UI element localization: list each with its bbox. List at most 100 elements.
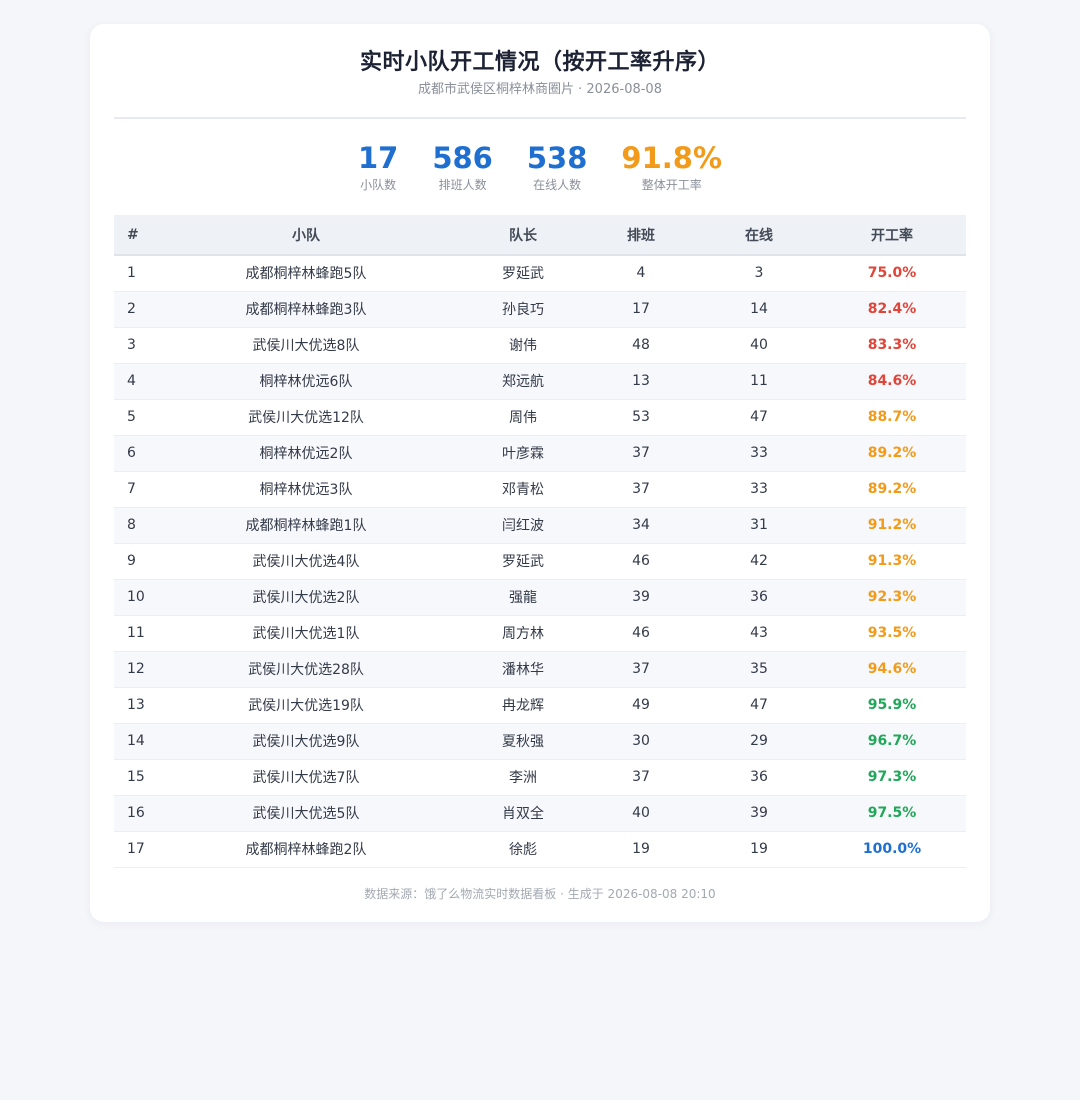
table-row: 16 武侯川大优选5队 肖双全 40 39 97.5%: [114, 795, 966, 832]
cell-leader: 徐彪: [464, 831, 582, 868]
cell-leader: 肖双全: [464, 795, 582, 832]
cell-online: 36: [700, 759, 818, 796]
cell-leader: 夏秋强: [464, 723, 582, 760]
stat-value: 586: [432, 141, 493, 175]
cell-online: 47: [700, 399, 818, 436]
cell-online: 33: [700, 471, 818, 508]
page-title: 实时小队开工情况（按开工率升序）: [359, 50, 720, 75]
cell-index: 2: [114, 291, 148, 328]
cell-rate: 91.3%: [818, 543, 966, 580]
cell-online: 42: [700, 543, 818, 580]
table-row: 14 武侯川大优选9队 夏秋强 30 29 96.7%: [114, 723, 966, 760]
table-row: 11 武侯川大优选1队 周方林 46 43 93.5%: [114, 615, 966, 652]
cell-index: 9: [114, 543, 148, 580]
cell-index: 12: [114, 651, 148, 688]
report-card: 实时小队开工情况（按开工率升序） 成都市武侯区桐梓林商圈片 · 2026-08-…: [90, 24, 990, 922]
cell-leader: 冉龙辉: [464, 687, 582, 724]
table-row: 15 武侯川大优选7队 李洲 37 36 97.3%: [114, 759, 966, 796]
column-header-index[interactable]: #: [114, 215, 148, 256]
cell-online: 47: [700, 687, 818, 724]
cell-online: 39: [700, 795, 818, 832]
column-header-scheduled[interactable]: 排班: [582, 215, 700, 256]
table-row: 9 武侯川大优选4队 罗延武 46 42 91.3%: [114, 543, 966, 580]
cell-team: 成都桐梓林蜂跑2队: [148, 831, 464, 868]
cell-leader: 周方林: [464, 615, 582, 652]
cell-scheduled: 34: [582, 507, 700, 544]
cell-index: 16: [114, 795, 148, 832]
column-header-team[interactable]: 小队: [148, 215, 464, 256]
cell-scheduled: 37: [582, 435, 700, 472]
cell-index: 7: [114, 471, 148, 508]
table-row: 12 武侯川大优选28队 潘林华 37 35 94.6%: [114, 651, 966, 688]
cell-rate: 88.7%: [818, 399, 966, 436]
cell-index: 14: [114, 723, 148, 760]
cell-rate: 83.3%: [818, 327, 966, 364]
cell-online: 3: [700, 255, 818, 292]
cell-team: 桐梓林优远3队: [148, 471, 464, 508]
cell-scheduled: 37: [582, 651, 700, 688]
stat-label: 排班人数: [438, 178, 487, 192]
table-header-row: # 小队 队长 排班 在线 开工率: [114, 215, 966, 256]
table-row: 5 武侯川大优选12队 周伟 53 47 88.7%: [114, 399, 966, 436]
cell-leader: 强龍: [464, 579, 582, 616]
summary-stats: 17 小队数 586 排班人数 538 在线人数 91.8% 整体开工率: [114, 119, 966, 215]
cell-online: 33: [700, 435, 818, 472]
table-row: 4 桐梓林优远6队 郑远航 13 11 84.6%: [114, 363, 966, 400]
cell-team: 成都桐梓林蜂跑3队: [148, 291, 464, 328]
table-row: 13 武侯川大优选19队 冉龙辉 49 47 95.9%: [114, 687, 966, 724]
cell-leader: 孙良巧: [464, 291, 582, 328]
cell-rate: 89.2%: [818, 435, 966, 472]
cell-index: 4: [114, 363, 148, 400]
cell-index: 17: [114, 831, 148, 868]
cell-team: 成都桐梓林蜂跑1队: [148, 507, 464, 544]
cell-team: 武侯川大优选4队: [148, 543, 464, 580]
stat-label: 在线人数: [533, 178, 582, 192]
column-header-leader[interactable]: 队长: [464, 215, 582, 256]
cell-scheduled: 53: [582, 399, 700, 436]
column-header-online[interactable]: 在线: [700, 215, 818, 256]
page-subtitle: 成都市武侯区桐梓林商圈片 · 2026-08-08: [418, 82, 662, 97]
cell-leader: 罗延武: [464, 543, 582, 580]
cell-scheduled: 30: [582, 723, 700, 760]
cell-rate: 92.3%: [818, 579, 966, 616]
cell-team: 武侯川大优选1队: [148, 615, 464, 652]
cell-scheduled: 46: [582, 543, 700, 580]
cell-rate: 84.6%: [818, 363, 966, 400]
cell-scheduled: 48: [582, 327, 700, 364]
stat-value: 17: [357, 141, 399, 175]
stat-value: 538: [526, 141, 588, 175]
cell-online: 31: [700, 507, 818, 544]
cell-online: 43: [700, 615, 818, 652]
cell-index: 15: [114, 759, 148, 796]
cell-index: 8: [114, 507, 148, 544]
cell-team: 武侯川大优选7队: [148, 759, 464, 796]
table-row: 1 成都桐梓林蜂跑5队 罗延武 4 3 75.0%: [114, 255, 966, 292]
cell-team: 武侯川大优选28队: [148, 651, 464, 688]
cell-team: 武侯川大优选8队: [148, 327, 464, 364]
cell-scheduled: 40: [582, 795, 700, 832]
column-header-rate[interactable]: 开工率: [818, 215, 966, 256]
cell-rate: 94.6%: [818, 651, 966, 688]
cell-leader: 潘林华: [464, 651, 582, 688]
cell-leader: 闫红波: [464, 507, 582, 544]
cell-online: 29: [700, 723, 818, 760]
stat-overall-rate: 91.8% 整体开工率: [604, 141, 739, 193]
cell-index: 10: [114, 579, 148, 616]
table-row: 17 成都桐梓林蜂跑2队 徐彪 19 19 100.0%: [114, 831, 966, 868]
cell-team: 桐梓林优远2队: [148, 435, 464, 472]
cell-leader: 罗延武: [464, 255, 582, 292]
cell-team: 武侯川大优选5队: [148, 795, 464, 832]
cell-team: 桐梓林优远6队: [148, 363, 464, 400]
data-source-footer: 数据来源：饿了么物流实时数据看板 · 生成于 2026-08-08 20:10: [364, 886, 716, 901]
cell-rate: 82.4%: [818, 291, 966, 328]
cell-index: 3: [114, 327, 148, 364]
cell-online: 35: [700, 651, 818, 688]
cell-index: 1: [114, 255, 148, 292]
stat-scheduled: 586 排班人数: [415, 141, 510, 193]
cell-index: 6: [114, 435, 148, 472]
cell-index: 13: [114, 687, 148, 724]
table-body: 1 成都桐梓林蜂跑5队 罗延武 4 3 75.0% 2 成都桐梓林蜂跑3队 孙良巧 17 14 82.…: [114, 255, 966, 868]
cell-index: 5: [114, 399, 148, 436]
cell-online: 36: [700, 579, 818, 616]
cell-online: 11: [700, 363, 818, 400]
